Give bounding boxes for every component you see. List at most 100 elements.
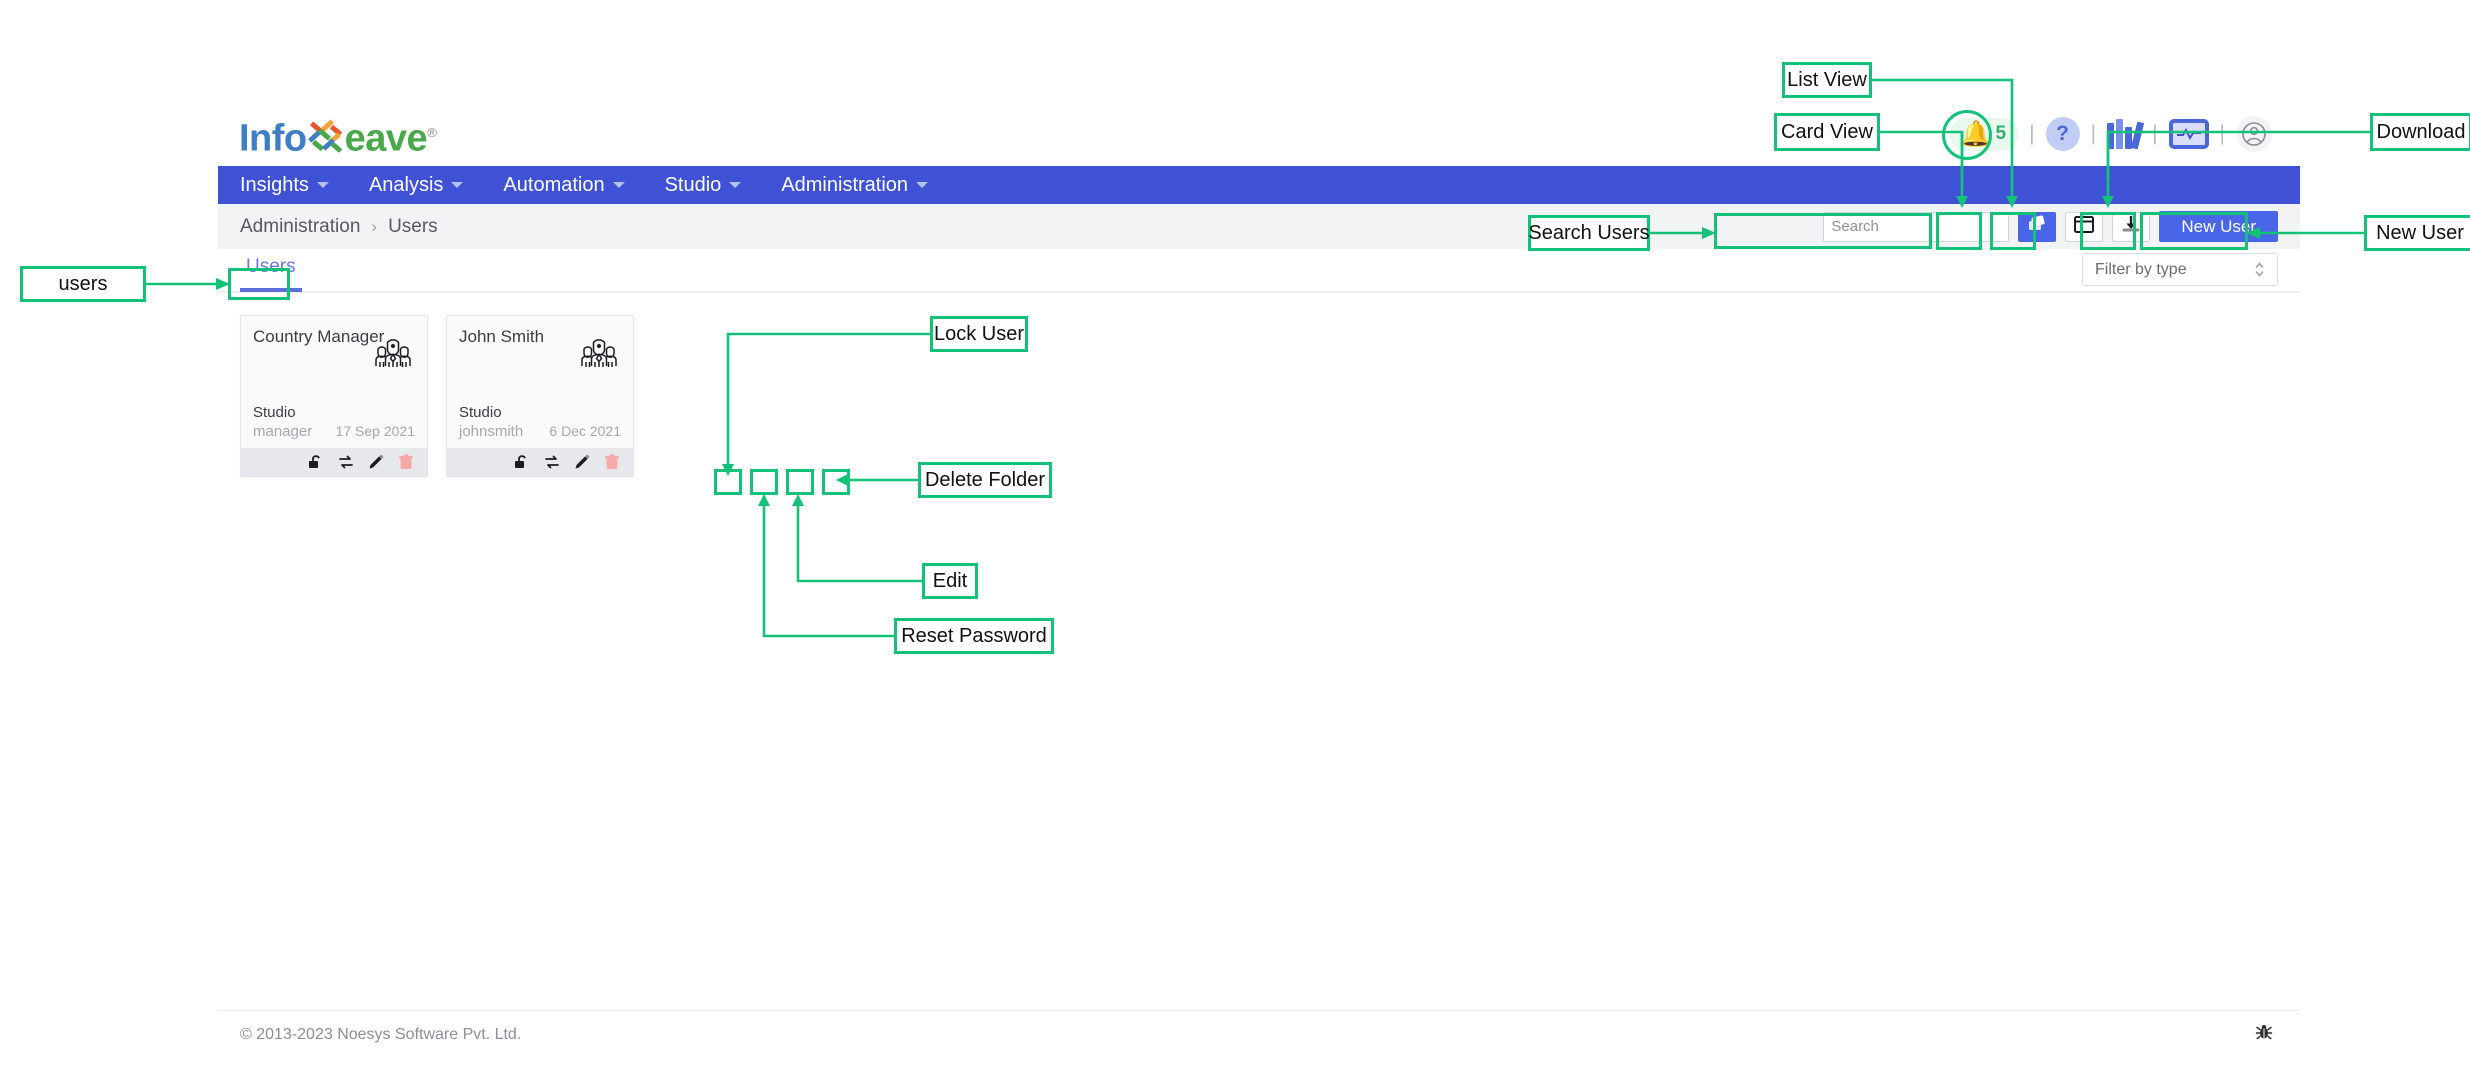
- reset-password-icon[interactable]: [337, 453, 355, 471]
- notifications-button[interactable]: 🔔 5: [1950, 117, 2019, 151]
- delete-icon[interactable]: [603, 453, 621, 471]
- card-date: 17 Sep 2021: [335, 423, 415, 439]
- annotation-reset-password: Reset Password: [894, 618, 1054, 654]
- logo-text-eave: eave: [344, 117, 428, 160]
- bug-icon[interactable]: [2254, 1022, 2274, 1047]
- card-app-name: Studio: [459, 404, 502, 421]
- monitor-button[interactable]: [2168, 119, 2209, 149]
- chevron-down-icon: [451, 182, 464, 188]
- action-buttons: New User: [1823, 204, 2278, 249]
- account-icon: [2236, 116, 2272, 152]
- card-body: Country Manager: [241, 316, 427, 404]
- delete-icon[interactable]: [397, 453, 415, 471]
- account-button[interactable]: [2236, 116, 2272, 152]
- tabs-baseline: [218, 291, 2300, 293]
- books-icon: [2107, 119, 2145, 150]
- help-button[interactable]: ?: [2045, 117, 2080, 151]
- list-layout-icon: [2074, 215, 2095, 238]
- chevron-down-icon: [316, 182, 329, 188]
- logo-text-info: Info: [239, 117, 307, 160]
- infoveave-logo[interactable]: Info eave®: [239, 111, 437, 161]
- divider: |: [2219, 122, 2225, 145]
- people-group-icon: [575, 336, 623, 377]
- card-meta: Studio johnsmith 6 Dec 2021: [447, 404, 633, 448]
- list-view-button[interactable]: [2065, 211, 2104, 242]
- nav-item-studio[interactable]: Studio: [665, 174, 742, 197]
- user-card[interactable]: John Smith Studio johnsmith 6 Dec 2021: [446, 315, 634, 477]
- divider: |: [2090, 122, 2097, 145]
- divider: |: [2152, 122, 2158, 145]
- annotation-search-users: Search Users: [1528, 215, 1650, 251]
- card-date: 6 Dec 2021: [549, 423, 621, 439]
- annotation-edit: Edit: [922, 563, 978, 599]
- card-actions: [447, 448, 633, 476]
- monitor-icon: [2168, 119, 2209, 149]
- edit-icon[interactable]: [367, 453, 385, 471]
- nav-item-administration[interactable]: Administration: [781, 173, 929, 197]
- chevron-updown-icon: [2254, 261, 2265, 278]
- copyright-text: © 2013-2023 Noesys Software Pvt. Ltd.: [240, 1025, 522, 1043]
- help-icon: ?: [2045, 117, 2080, 151]
- nav-item-analysis[interactable]: Analysis: [368, 173, 464, 197]
- logo-registered-mark: ®: [427, 125, 437, 140]
- logo-strip: Info eave® 🔔 5 | ? | | |: [218, 98, 2300, 166]
- edit-icon[interactable]: [573, 453, 591, 471]
- breadcrumb-users[interactable]: Users: [388, 216, 438, 238]
- download-icon: [2121, 214, 2141, 239]
- nav-label: Insights: [240, 173, 309, 196]
- lock-icon[interactable]: [513, 453, 531, 471]
- logo-mark-icon: [307, 118, 345, 157]
- screenshot-root: Info eave® 🔔 5 | ? | | | Insights Analys…: [0, 0, 2470, 1073]
- search-input[interactable]: [1831, 218, 2031, 235]
- user-card[interactable]: Country Manager Studio manager 17 Sep 20…: [240, 315, 428, 477]
- tab-label: Users: [246, 256, 296, 277]
- nav-label: Administration: [781, 173, 909, 196]
- utility-toolbar: 🔔 5 | ? | | |: [1950, 112, 2272, 156]
- breadcrumb-administration[interactable]: Administration: [240, 216, 360, 238]
- nav-label: Automation: [503, 173, 605, 196]
- nav-label: Analysis: [368, 173, 444, 196]
- card-actions: [241, 448, 427, 476]
- card-view-button[interactable]: [2018, 211, 2057, 242]
- download-button[interactable]: [2112, 211, 2151, 242]
- library-button[interactable]: [2107, 119, 2145, 150]
- annotation-delete-folder: Delete Folder: [918, 462, 1052, 498]
- bell-icon: 🔔: [1960, 119, 1992, 148]
- chevron-down-icon: [612, 182, 625, 188]
- action-bar: Administration › Users Search New User: [218, 204, 2300, 249]
- help-label: ?: [2056, 122, 2069, 145]
- annotation-list-view: List View: [1782, 62, 1872, 98]
- search-box[interactable]: [1823, 211, 2049, 242]
- main-navigation: Insights Analysis Automation Studio Admi…: [218, 166, 2300, 204]
- breadcrumb-separator-icon: ›: [371, 216, 378, 236]
- tabs-row: Users Filter by type: [218, 249, 2300, 297]
- people-group-icon: [369, 336, 417, 377]
- card-username: johnsmith: [459, 423, 524, 440]
- divider: |: [2029, 122, 2035, 145]
- card-username: manager: [253, 423, 313, 440]
- card-body: John Smith: [447, 316, 633, 404]
- annotation-download: Download: [2370, 113, 2470, 151]
- lock-icon[interactable]: [307, 453, 325, 471]
- chevron-down-icon: [729, 182, 742, 188]
- app-footer: © 2013-2023 Noesys Software Pvt. Ltd.: [218, 1010, 2300, 1058]
- nav-item-insights[interactable]: Insights: [240, 174, 329, 197]
- filter-by-type-select[interactable]: Filter by type: [2082, 253, 2278, 286]
- cards-area: Country Manager Studio manager 17 Sep 20…: [218, 297, 2300, 1013]
- chevron-down-icon: [916, 182, 929, 188]
- nav-label: Studio: [664, 173, 722, 196]
- application-window: Info eave® 🔔 5 | ? | | | Insights Analys…: [218, 98, 2300, 1058]
- annotation-lock-user: Lock User: [930, 316, 1028, 352]
- new-user-label: New User: [2181, 216, 2256, 236]
- cards-icon: [2027, 214, 2047, 239]
- card-app-name: Studio: [253, 404, 296, 421]
- tab-users[interactable]: Users: [240, 250, 302, 296]
- annotation-new-user: New User: [2364, 215, 2470, 251]
- nav-item-automation[interactable]: Automation: [503, 173, 625, 197]
- card-meta: Studio manager 17 Sep 2021: [241, 404, 427, 448]
- reset-password-icon[interactable]: [543, 453, 561, 471]
- new-user-button[interactable]: New User: [2159, 211, 2278, 242]
- filter-label: Filter by type: [2095, 260, 2187, 278]
- annotation-users: users: [20, 266, 146, 302]
- notification-count: 5: [1995, 123, 2007, 144]
